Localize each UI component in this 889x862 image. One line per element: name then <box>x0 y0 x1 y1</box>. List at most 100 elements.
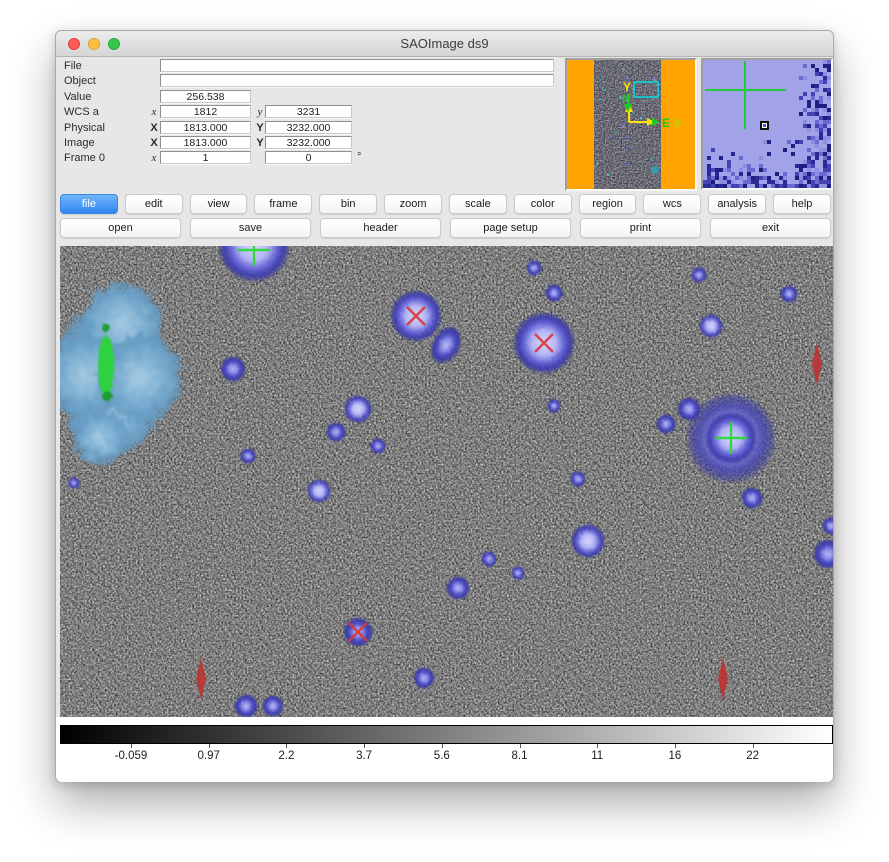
colorbar-tick-label: 3.7 <box>356 750 372 762</box>
file-row: File <box>56 59 563 74</box>
magnifier-noise-pixel <box>799 112 803 116</box>
menu-wcs[interactable]: wcs <box>643 194 701 214</box>
magnifier-noise-pixel <box>791 152 795 156</box>
frame-rotation-field[interactable]: 0 <box>265 151 352 164</box>
menu-file[interactable]: file <box>60 194 118 214</box>
button-exit[interactable]: exit <box>710 218 831 238</box>
magnifier-noise-pixel <box>799 140 803 144</box>
colorbar-tick <box>131 744 132 748</box>
magnifier-noise-pixel <box>827 184 831 188</box>
menu-edit[interactable]: edit <box>125 194 183 214</box>
image-label: Image <box>64 137 95 149</box>
file-action-bar: open save header page setup print exit <box>60 218 831 239</box>
magnifier-noise-pixel <box>783 148 787 152</box>
magnifier-noise-pixel <box>827 76 831 80</box>
magnifier-noise-pixel <box>719 156 723 160</box>
magnifier-noise-pixel <box>763 168 767 172</box>
frame-zoom-field[interactable]: 1 <box>160 151 251 164</box>
menu-frame[interactable]: frame <box>254 194 312 214</box>
magnifier-noise-pixel <box>807 128 811 132</box>
image-y-field[interactable]: 3232.000 <box>265 136 352 149</box>
frame-x-key: x <box>147 152 161 164</box>
magnifier-noise-pixel <box>743 184 747 188</box>
file-field[interactable] <box>160 59 554 72</box>
magnifier-noise-pixel <box>803 92 807 96</box>
magnifier-noise-pixel <box>815 156 819 160</box>
magnifier-noise-pixel <box>815 88 819 92</box>
svg-text:X: X <box>673 116 681 130</box>
magnifier-noise-pixel <box>759 156 763 160</box>
frame-label: Frame 0 <box>64 152 105 164</box>
magnifier-noise-pixel <box>791 144 795 148</box>
magnifier-noise-pixel <box>827 136 831 140</box>
wcs-y-field[interactable]: 3231 <box>265 105 352 118</box>
magnifier-noise-pixel <box>827 120 831 124</box>
button-print[interactable]: print <box>580 218 701 238</box>
menu-color[interactable]: color <box>514 194 572 214</box>
value-field[interactable]: 256.538 <box>160 90 251 103</box>
physical-x-field[interactable]: 1813.000 <box>160 121 251 134</box>
magnifier-noise-pixel <box>827 68 831 72</box>
button-header[interactable]: header <box>320 218 441 238</box>
menu-zoom[interactable]: zoom <box>384 194 442 214</box>
image-x-key: X <box>147 137 161 149</box>
magnifier-crosshair-h <box>705 89 786 91</box>
magnifier-view <box>703 60 831 188</box>
wcs-row: WCS a x 1812 y 3231 <box>56 105 563 120</box>
colorbar-tick-label: 5.6 <box>434 750 450 762</box>
magnifier-noise-pixel <box>767 140 771 144</box>
app-window: SAOImage ds9 File Object Value 256.538 W… <box>55 30 834 782</box>
magnifier-noise-pixel <box>767 152 771 156</box>
wcs-x-field[interactable]: 1812 <box>160 105 251 118</box>
panner[interactable]: Y N E X <box>565 58 697 191</box>
colorbar-tick <box>286 744 287 748</box>
physical-row: Physical X 1813.000 Y 3232.000 <box>56 121 563 136</box>
magnifier-noise-pixel <box>711 148 715 152</box>
magnifier-noise-pixel <box>763 184 767 188</box>
colorbar-tick <box>442 744 443 748</box>
button-open[interactable]: open <box>60 218 181 238</box>
svg-text:N: N <box>622 92 631 106</box>
info-panel: File Object Value 256.538 WCS a x 1812 y… <box>56 59 563 169</box>
menu-scale[interactable]: scale <box>449 194 507 214</box>
colorbar-tick <box>209 744 210 748</box>
colorbar-tick <box>597 744 598 748</box>
menu-region[interactable]: region <box>579 194 637 214</box>
file-label: File <box>64 60 82 72</box>
menu-analysis[interactable]: analysis <box>708 194 766 214</box>
colorbar-tick-label: 22 <box>746 750 759 762</box>
object-row: Object <box>56 74 563 89</box>
menu-bar: file edit view frame binzoom scale color region… <box>60 194 831 215</box>
colorbar[interactable] <box>60 725 833 744</box>
colorbar-section: -0.0590.972.23.75.68.1111622 <box>56 717 833 782</box>
button-page-setup[interactable]: page setup <box>450 218 571 238</box>
magnifier-noise-pixel <box>823 80 827 84</box>
magnifier-crosshair-v <box>744 61 746 129</box>
wcs-label: WCS a <box>64 106 99 118</box>
frame-row: Frame 0 x 1 0 ° <box>56 151 563 166</box>
colorbar-tick <box>675 744 676 748</box>
object-field[interactable] <box>160 74 554 87</box>
value-row: Value 256.538 <box>56 90 563 105</box>
titlebar[interactable]: SAOImage ds9 <box>56 31 833 57</box>
magnifier-cursor <box>760 121 769 130</box>
magnifier-noise-pixel <box>803 64 807 68</box>
object-label: Object <box>64 75 96 87</box>
magnifier-noise-pixel <box>799 96 803 100</box>
physical-y-field[interactable]: 3232.000 <box>265 121 352 134</box>
colorbar-tick-label: 16 <box>668 750 681 762</box>
degree-suffix: ° <box>357 151 361 163</box>
image-canvas[interactable] <box>60 246 833 717</box>
colorbar-tick-label: 8.1 <box>512 750 528 762</box>
colorbar-tick-label: 11 <box>591 750 603 762</box>
image-row: Image X 1813.000 Y 3232.000 <box>56 136 563 151</box>
button-save[interactable]: save <box>190 218 311 238</box>
physical-label: Physical <box>64 122 105 134</box>
magnifier-noise-pixel <box>707 156 711 160</box>
image-x-field[interactable]: 1813.000 <box>160 136 251 149</box>
colorbar-tick <box>520 744 521 748</box>
menu-help[interactable]: help <box>773 194 831 214</box>
menu-view[interactable]: view <box>190 194 248 214</box>
wcs-x-key: x <box>147 106 161 118</box>
menu-bin[interactable]: bin <box>319 194 377 214</box>
